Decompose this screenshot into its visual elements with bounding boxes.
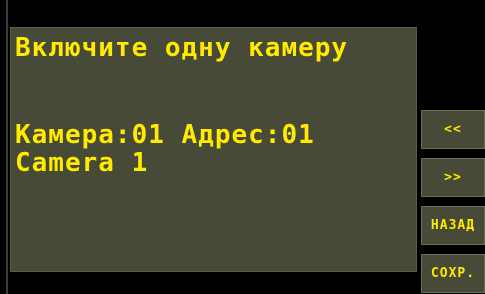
camera-name-text: Camera 1 xyxy=(15,148,149,178)
camera-address-text: Камера:01 Адрес:01 xyxy=(15,120,315,150)
instruction-text: Включите одну камеру xyxy=(15,33,349,63)
left-divider xyxy=(6,0,8,294)
back-button[interactable]: НАЗАД xyxy=(421,206,485,245)
display-screen: Включите одну камеру Камера:01 Адрес:01 … xyxy=(10,27,417,272)
save-button[interactable]: СОХР. xyxy=(421,254,485,293)
prev-button[interactable]: << xyxy=(421,110,485,149)
next-button[interactable]: >> xyxy=(421,158,485,197)
